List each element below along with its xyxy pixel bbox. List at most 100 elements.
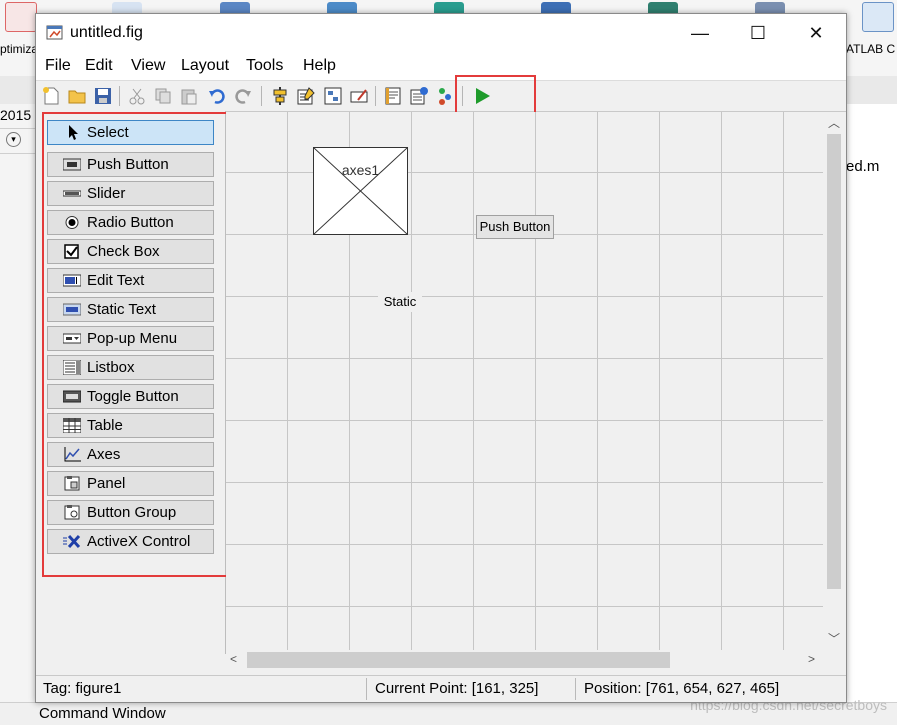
maximize-button[interactable]: ☐ <box>729 14 787 52</box>
palette-button-group[interactable]: Button Group <box>47 500 214 525</box>
palette-popup-menu[interactable]: Pop-up Menu <box>47 326 214 351</box>
popup-icon <box>63 333 81 344</box>
menu-view[interactable]: View <box>131 57 165 75</box>
status-current-point: Current Point: [161, 325] <box>375 680 539 697</box>
palette-panel[interactable]: Panel <box>47 471 214 496</box>
paste-icon[interactable] <box>179 86 199 106</box>
palette-slider[interactable]: Slider <box>47 181 214 206</box>
folder-row[interactable]: ▾ <box>0 129 36 154</box>
ok-button-icon <box>63 158 81 171</box>
toolbar-separator <box>119 86 120 106</box>
file-name[interactable]: ed.m <box>846 158 879 175</box>
palette-label: ActiveX Control <box>87 533 191 550</box>
guide-window: untitled.fig — ☐ ✕ File Edit View Layout… <box>35 13 847 703</box>
editor-icon[interactable] <box>383 86 403 106</box>
menu-edit[interactable]: Edit <box>85 57 113 75</box>
activex-icon <box>63 534 81 549</box>
palette-static-text[interactable]: Static Text <box>47 297 214 322</box>
copy-icon[interactable] <box>153 86 173 106</box>
palette-select[interactable]: Select <box>47 120 214 145</box>
minimize-button[interactable]: — <box>671 14 729 52</box>
chevron-down-icon[interactable]: ▾ <box>6 132 21 147</box>
palette-table[interactable]: Table <box>47 413 214 438</box>
status-position: Position: [761, 654, 627, 465] <box>584 680 780 697</box>
scroll-down-icon[interactable]: ﹀ <box>828 630 840 647</box>
vertical-scrollbar[interactable]: ︿ ﹀ <box>823 112 845 650</box>
palette-toggle-button[interactable]: Toggle Button <box>47 384 214 409</box>
menu-editor-icon[interactable] <box>296 86 316 106</box>
palette-axes[interactable]: Axes <box>47 442 214 467</box>
property-inspector-icon[interactable] <box>409 86 429 106</box>
tab-order-icon[interactable] <box>323 86 343 106</box>
menu-file[interactable]: File <box>45 57 71 75</box>
static-text-icon <box>63 303 81 316</box>
menu-tools[interactable]: Tools <box>246 57 283 75</box>
horizontal-scrollbar[interactable]: < > <box>226 650 823 670</box>
palette-label: Push Button <box>87 156 169 173</box>
palette-edit-text[interactable]: Edit Text <box>47 268 214 293</box>
close-button[interactable]: ✕ <box>787 14 845 52</box>
status-divider <box>575 678 576 700</box>
current-folder-panel: 2015 ▾ <box>0 104 36 704</box>
new-file-icon[interactable] <box>41 86 61 106</box>
axes-placeholder-cross <box>314 148 407 234</box>
vertical-scroll-thumb[interactable] <box>827 134 841 589</box>
palette-listbox[interactable]: Listbox <box>47 355 214 380</box>
matlab-coder-icon[interactable] <box>862 2 894 32</box>
palette-label: Axes <box>87 446 121 463</box>
axes-object[interactable]: axes1 <box>313 147 408 235</box>
button-group-icon <box>64 505 80 520</box>
folder-row: 2015 <box>0 104 36 129</box>
save-icon[interactable] <box>93 86 113 106</box>
toolbar <box>36 80 846 112</box>
axes-icon <box>64 447 81 462</box>
palette-push-button[interactable]: Push Button <box>47 152 214 177</box>
align-icon[interactable] <box>270 86 290 106</box>
scroll-up-icon[interactable]: ︿ <box>828 114 840 131</box>
command-window-title: Command Window <box>39 705 166 722</box>
layout-canvas[interactable]: axes1 Push Button Static <box>226 112 823 650</box>
undo-icon[interactable] <box>207 86 227 106</box>
redo-icon[interactable] <box>233 86 253 106</box>
palette-label: Edit Text <box>87 272 145 289</box>
fig-file-icon <box>46 25 63 40</box>
palette-check-box[interactable]: Check Box <box>47 239 214 264</box>
horizontal-scroll-thumb[interactable] <box>247 652 670 668</box>
optimization-app-icon[interactable] <box>5 2 37 32</box>
status-divider <box>366 678 367 700</box>
push-button-object[interactable]: Push Button <box>476 215 554 239</box>
slider-icon <box>63 190 81 197</box>
static-text-object[interactable]: Static <box>378 292 422 312</box>
palette-label: Panel <box>87 475 126 492</box>
palette-label: Pop-up Menu <box>87 330 178 347</box>
palette-label: Check Box <box>87 243 160 260</box>
radio-icon <box>65 216 79 229</box>
palette-label: Radio Button <box>87 214 174 231</box>
toolbar-separator <box>375 86 376 106</box>
edit-text-icon <box>63 274 81 287</box>
cut-icon[interactable] <box>127 86 147 106</box>
window-title: untitled.fig <box>70 24 143 41</box>
panel-icon <box>64 476 80 491</box>
palette-label: Select <box>87 124 129 141</box>
scroll-right-icon[interactable]: > <box>808 652 815 666</box>
listbox-icon <box>63 360 81 375</box>
scroll-left-icon[interactable]: < <box>230 652 237 666</box>
checkbox-icon <box>64 244 79 259</box>
menu-bar: File Edit View Layout Tools Help <box>36 52 846 80</box>
object-browser-icon[interactable] <box>435 86 455 106</box>
menu-help[interactable]: Help <box>303 57 336 75</box>
toolbar-editor-icon[interactable] <box>349 86 369 106</box>
folder-year: 2015 <box>0 107 32 123</box>
menu-layout[interactable]: Layout <box>181 57 229 75</box>
title-bar[interactable]: untitled.fig — ☐ ✕ <box>36 14 846 52</box>
palette-activex-control[interactable]: ActiveX Control <box>47 529 214 554</box>
toggle-icon <box>63 390 81 403</box>
status-tag: Tag: figure1 <box>43 680 122 697</box>
palette-radio-button[interactable]: Radio Button <box>47 210 214 235</box>
cursor-icon <box>69 125 78 140</box>
open-folder-icon[interactable] <box>67 86 87 106</box>
palette-label: Slider <box>87 185 126 202</box>
axes-tag-label: axes1 <box>341 162 380 178</box>
ribbon-label: ATLAB C <box>846 42 896 56</box>
